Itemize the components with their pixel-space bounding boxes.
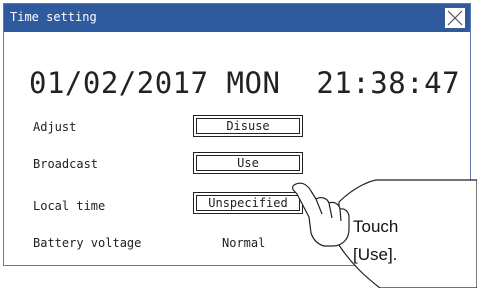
callout-graphic <box>291 179 477 288</box>
pointing-hand-icon <box>291 182 350 247</box>
callout-line-1: Touch <box>353 217 399 236</box>
callout-line-2: [Use]. <box>353 245 398 264</box>
